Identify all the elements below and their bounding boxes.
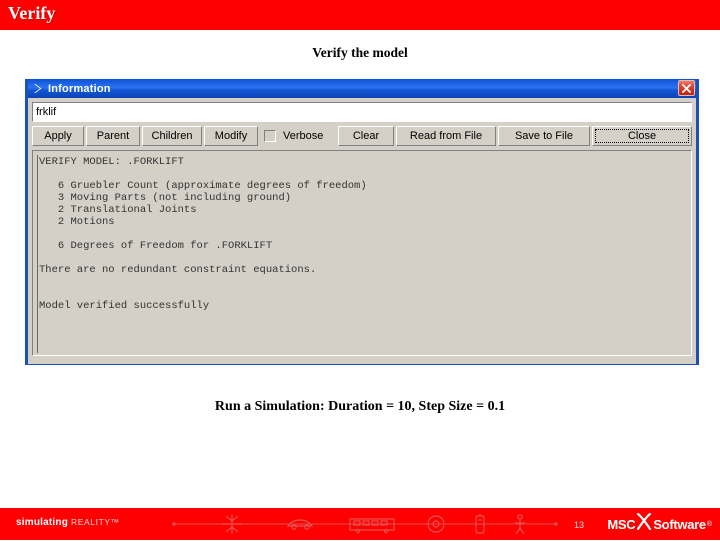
verify-output-area[interactable]: VERIFY MODEL: .FORKLIFT 6 Gruebler Count… [32,150,692,356]
slide-header-bar: Verify [0,0,720,30]
verify-output-text: VERIFY MODEL: .FORKLIFT 6 Gruebler Count… [39,156,367,312]
children-button[interactable]: Children [142,126,202,146]
footer-slogan-light: REALITY™ [71,517,120,527]
verbose-checkbox-group: Verbose [262,130,323,142]
page-title: Verify [8,3,56,23]
page-number: 13 [574,520,585,530]
logo-registered-mark: ® [706,520,712,528]
dialog-toolbar: Apply Parent Children Modify Verbose Cle… [32,126,692,146]
read-from-file-button[interactable]: Read from File [396,126,496,146]
close-icon[interactable] [678,80,695,96]
parent-button[interactable]: Parent [86,126,140,146]
close-button[interactable]: Close [592,126,692,146]
verbose-label: Verbose [283,130,324,142]
clear-button[interactable]: Clear [338,126,394,146]
logo-msc-text: MSC [607,516,636,532]
model-name-input[interactable] [32,102,692,122]
airplane-icon [222,514,242,534]
information-dialog: Information Apply Parent Children Modify… [24,78,700,366]
close-button-label: Close [627,130,657,142]
logo-software-text: Software [653,516,706,532]
arrow-icon [31,82,45,96]
logo-x-icon [636,512,652,535]
dialog-title: Information [48,82,111,95]
apply-button[interactable]: Apply [32,126,84,146]
dialog-titlebar[interactable]: Information [28,79,696,98]
train-icon [349,518,395,534]
verbose-checkbox[interactable] [264,130,276,142]
dialog-body: Apply Parent Children Modify Verbose Cle… [28,98,696,364]
footer-slogan-bold: simulating [16,517,69,528]
footer-slogan: simulating REALITY™ [16,517,120,528]
slide-caption: Run a Simulation: Duration = 10, Step Si… [214,399,506,414]
footer-industry-icon-strip [170,512,560,536]
msc-software-logo: MSC Software ® [607,512,712,535]
save-to-file-button[interactable]: Save to File [498,126,590,146]
slide-subtitle: Verify the model [312,45,408,60]
modify-button[interactable]: Modify [204,126,258,146]
text-caret [37,155,38,353]
